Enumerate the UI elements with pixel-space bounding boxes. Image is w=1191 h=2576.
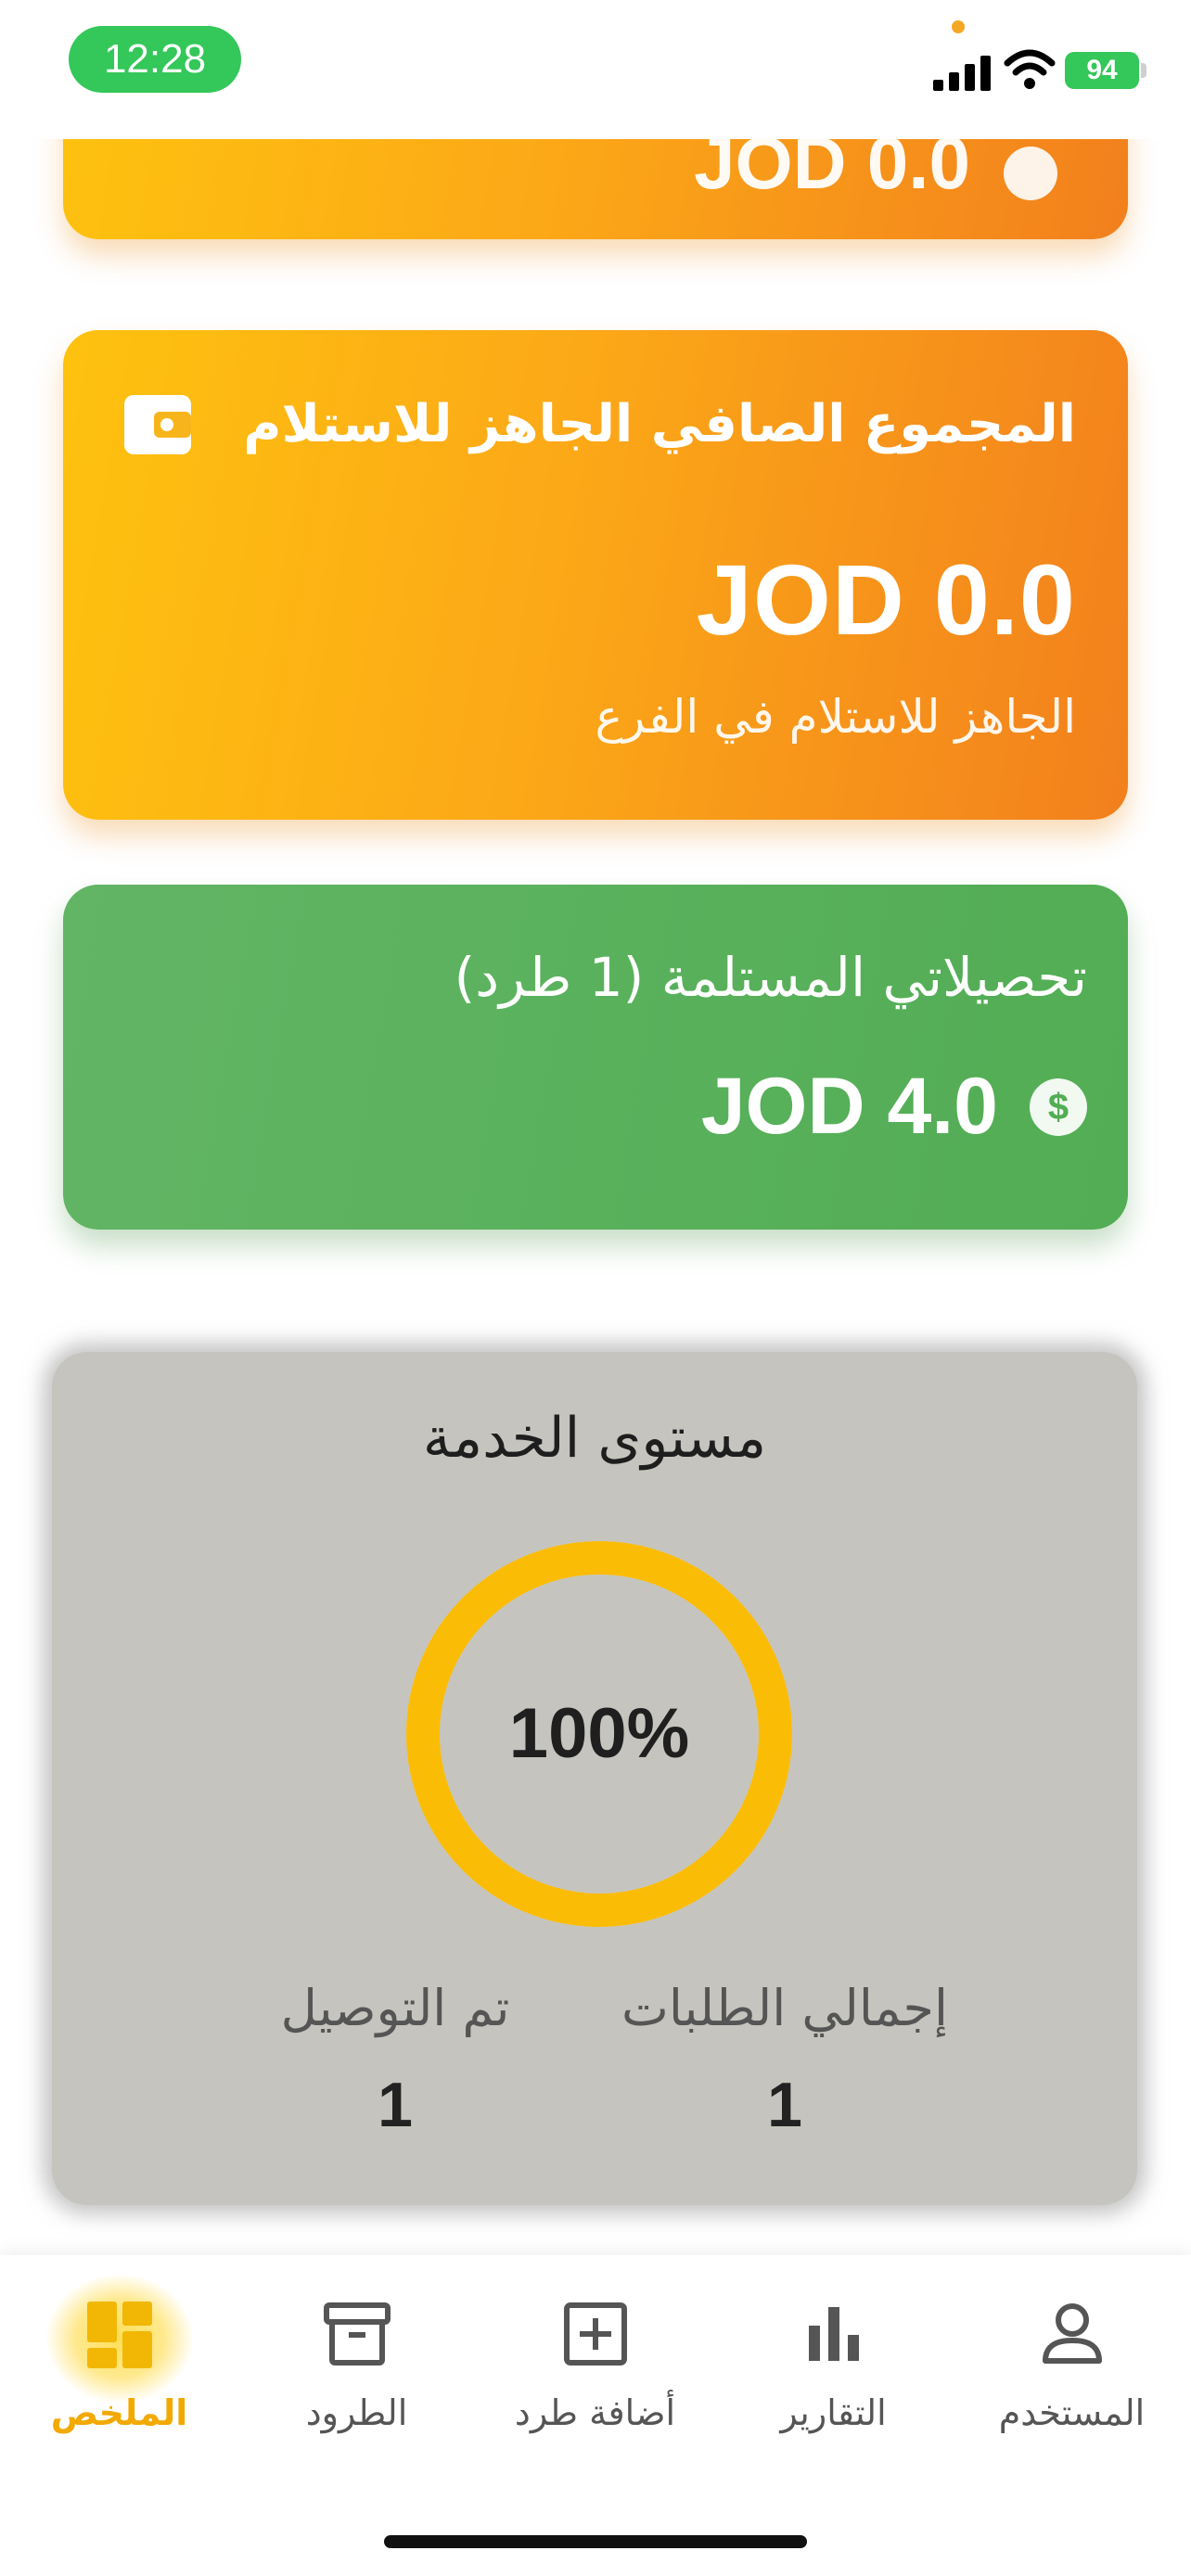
service-level-percent: 100% xyxy=(508,1694,690,1773)
delivered-value: 1 xyxy=(378,2070,413,2140)
nav-label-user: المستخدم xyxy=(998,2392,1146,2433)
total-orders-label: إجمالي الطلبات xyxy=(621,1979,948,2037)
status-bar: 12:28 94 xyxy=(0,0,1191,139)
collections-card[interactable]: تحصيلاتي المستلمة (1 طرد) $ JOD 4.0 xyxy=(63,885,1128,1230)
archive-icon xyxy=(323,2302,391,2366)
ready-card-subtitle: الجاهز للاستلام في الفرع xyxy=(595,690,1076,744)
nav-label-add-parcel: أضافة طرد xyxy=(514,2392,676,2433)
service-level-title: مستوى الخدمة xyxy=(422,1406,767,1471)
delivered-stat: تم التوصيل 1 xyxy=(210,1979,581,2141)
nav-label-reports: التقارير xyxy=(780,2392,887,2433)
status-time: 12:28 xyxy=(69,26,241,93)
ready-amount: JOD 0.0 xyxy=(696,543,1076,656)
battery-tip xyxy=(1141,63,1146,78)
nav-item-user[interactable]: المستخدم xyxy=(953,2255,1191,2450)
wifi-icon xyxy=(1004,49,1056,89)
nav-label-summary: الملخص xyxy=(50,2392,188,2433)
bottom-navigation: المستخدم التقارير أضافة طرد الطرود الملخ… xyxy=(0,2255,1191,2576)
total-orders-stat: إجمالي الطلبات 1 xyxy=(571,1979,998,2141)
balance-icon xyxy=(1004,147,1057,200)
collections-title: تحصيلاتي المستلمة (1 طرد) xyxy=(454,946,1087,1009)
add-box-icon xyxy=(563,2302,627,2366)
ready-card-title: المجموع الصافي الجاهز للاستلام xyxy=(243,394,1076,454)
service-level-panel: مستوى الخدمة 100% إجمالي الطلبات 1 تم ال… xyxy=(52,1352,1137,2205)
dollar-circle-icon: $ xyxy=(1030,1078,1087,1136)
dashboard-icon xyxy=(86,2302,152,2368)
privacy-indicator-dot xyxy=(952,20,965,33)
nav-item-add-parcel[interactable]: أضافة طرد xyxy=(476,2255,714,2450)
collections-amount-row: $ JOD 4.0 xyxy=(701,1061,1087,1153)
cellular-signal-icon xyxy=(933,56,991,91)
nav-item-reports[interactable]: التقارير xyxy=(714,2255,953,2450)
total-orders-value: 1 xyxy=(767,2070,802,2140)
user-icon xyxy=(1042,2303,1102,2364)
battery-indicator: 94 xyxy=(1065,52,1139,89)
nav-item-parcels[interactable]: الطرود xyxy=(237,2255,476,2450)
home-indicator[interactable] xyxy=(384,2535,807,2548)
nav-label-parcels: الطرود xyxy=(305,2392,408,2433)
wallet-icon xyxy=(124,395,191,454)
bar-chart-icon xyxy=(808,2307,859,2361)
collections-amount: JOD 4.0 xyxy=(700,1062,998,1151)
delivered-label: تم التوصيل xyxy=(280,1979,510,2037)
ready-for-pickup-card[interactable]: المجموع الصافي الجاهز للاستلام JOD 0.0 ا… xyxy=(63,330,1128,820)
nav-item-summary[interactable]: الملخص xyxy=(0,2255,238,2450)
